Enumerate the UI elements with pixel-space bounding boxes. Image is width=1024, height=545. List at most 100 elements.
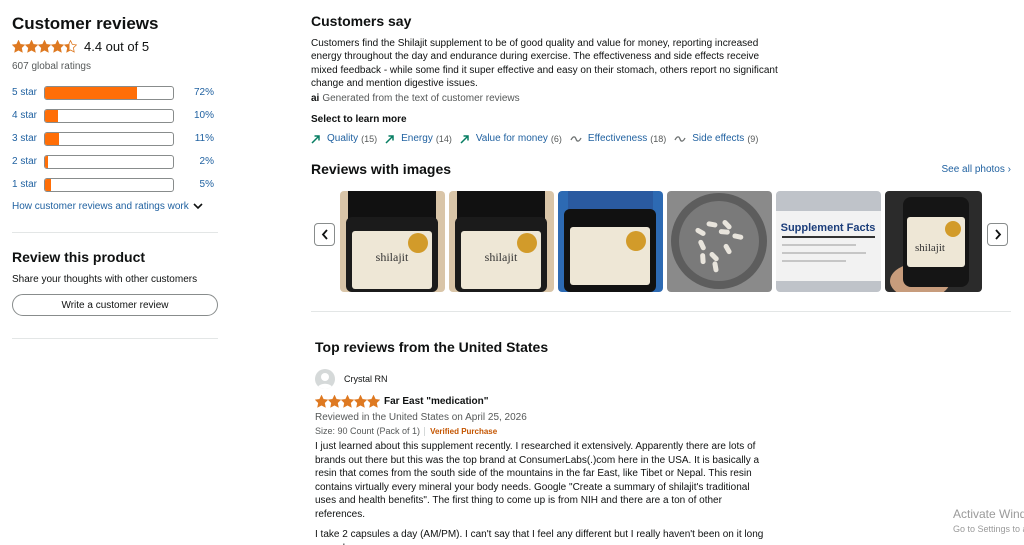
star-icon [25, 39, 38, 53]
aspect-chip[interactable]: Energy (14) [385, 133, 452, 144]
histogram-star-label: 2 star [12, 156, 38, 167]
thumbnail-image: Supplement Facts [776, 191, 881, 292]
see-all-photos-label: See all photos [941, 163, 1005, 175]
histogram-row[interactable]: 4 star 10% [12, 104, 218, 127]
review-title: Far East "medication" [384, 396, 489, 407]
review-size: Size: 90 Count (Pack of 1) [315, 426, 421, 436]
histogram-row[interactable]: 1 star 5% [12, 173, 218, 196]
chevron-left-icon [321, 229, 328, 240]
thumb-label: shilajit [915, 242, 945, 254]
histogram-bar-fill [45, 109, 58, 122]
aspect-count: (6) [550, 133, 562, 144]
review-date: Reviewed in the United States on April 2… [315, 412, 527, 423]
chevron-down-icon [193, 203, 203, 210]
divider [12, 338, 218, 339]
customers-say-section: Customers say Customers find the Shilaji… [311, 13, 1011, 144]
histogram-bar-fill [45, 86, 138, 99]
thumbnail-image [558, 191, 663, 292]
review-title-row[interactable]: Far East "medication" [315, 395, 775, 408]
star-icon [51, 39, 64, 53]
trend-up-icon [385, 134, 394, 144]
review-product-title: Review this product [12, 249, 146, 265]
reviews-with-images-title: Reviews with images [311, 161, 452, 177]
histogram-star-label: 3 star [12, 133, 38, 144]
reviewer-name: Crystal RN [344, 374, 388, 384]
ai-icon: ai [311, 93, 320, 105]
thumbnail-image [667, 191, 772, 292]
histogram-bar [44, 85, 174, 100]
select-to-learn-label: Select to learn more [311, 114, 407, 126]
carousel-next-button[interactable] [987, 223, 1008, 246]
review-image-thumbnail[interactable]: shilajit [885, 191, 982, 292]
chevron-right-icon: › [1007, 163, 1011, 175]
mixed-wave-icon [570, 135, 582, 142]
customers-say-title: Customers say [311, 13, 412, 29]
reviewer-profile[interactable]: Crystal RN [315, 369, 775, 389]
default-avatar-icon [317, 373, 333, 389]
rating-text: 4.4 out of 5 [84, 38, 150, 54]
aspect-chip[interactable]: Quality (15) [311, 133, 377, 144]
aspect-count: (18) [650, 133, 667, 144]
review-image-thumbnail[interactable]: Supplement Facts [776, 191, 881, 292]
star-icon [12, 39, 25, 53]
thumb-label: Supplement Facts [781, 222, 876, 234]
histogram-percent: 2% [199, 156, 214, 167]
watermark-line-1: Activate Windows [953, 507, 1024, 521]
aspect-count: (14) [435, 133, 452, 144]
histogram-row[interactable]: 5 star 72% [12, 81, 218, 104]
reviews-summary: Customer reviews 4.4 out of 5 607 global… [12, 14, 218, 212]
aspect-label: Quality [327, 133, 359, 145]
watermark-line-2: Go to Settings to activate Windows. [953, 524, 1024, 534]
histogram-bar-fill [45, 132, 60, 145]
reviews-with-images-header: Reviews with images See all photos › [311, 161, 1011, 177]
review-body: I just learned about this supplement rec… [315, 441, 760, 520]
see-all-photos-link[interactable]: See all photos › [941, 164, 1011, 175]
review-images-carousel: shilajit shilajit Supplement Facts shila… [314, 191, 1008, 292]
review-body-continued: I take 2 capsules a day (AM/PM). I can't… [315, 529, 764, 545]
histogram-percent: 10% [193, 110, 214, 121]
aspect-chip[interactable]: Side effects (9) [674, 133, 758, 144]
review-image-thumbnail[interactable]: shilajit [340, 191, 445, 292]
review-image-thumbnail[interactable] [667, 191, 772, 292]
review-product-subtitle: Share your thoughts with other customers [12, 274, 198, 285]
write-review-button[interactable]: Write a customer review [12, 294, 218, 316]
histogram-bar [44, 154, 174, 169]
histogram-percent: 11% [194, 133, 214, 144]
aspect-list: Quality (15) Energy (14) Value for money (6) E… [311, 133, 1011, 144]
star-icon [354, 395, 367, 408]
customers-say-summary: Customers find the Shilajit supplement t… [311, 38, 778, 89]
how-ratings-work-label: How customer reviews and ratings work [12, 201, 189, 212]
review-variant-info: Size: 90 Count (Pack of 1) Verified Purc… [315, 426, 775, 436]
review-stars [315, 395, 380, 408]
histogram-row[interactable]: 2 star 2% [12, 150, 218, 173]
ratings-histogram: 5 star 72% 4 star 10% 3 star 11% 2 star … [12, 81, 218, 196]
customer-reviews-title: Customer reviews [12, 14, 159, 33]
histogram-star-label: 5 star [12, 87, 38, 98]
review-card: Crystal RN Far East "medication" Reviewe… [315, 369, 775, 545]
average-rating[interactable]: 4.4 out of 5 [12, 37, 218, 55]
histogram-star-label: 4 star [12, 110, 38, 121]
aspect-label: Side effects [692, 133, 745, 145]
review-image-thumbnail[interactable] [558, 191, 663, 292]
review-image-thumbnail[interactable]: shilajit [449, 191, 554, 292]
aspect-count: (9) [747, 133, 759, 144]
ai-generated-text: Generated from the text of customer revi… [322, 93, 520, 105]
mixed-wave-icon [674, 135, 686, 142]
thumb-label: shilajit [485, 250, 518, 264]
ai-generated-note: ai Generated from the text of customer r… [311, 93, 1011, 104]
histogram-bar [44, 177, 174, 192]
avatar [315, 369, 335, 389]
chevron-right-icon [994, 229, 1001, 240]
top-reviews-title: Top reviews from the United States [315, 339, 549, 355]
thumb-label: shilajit [376, 250, 409, 264]
carousel-prev-button[interactable] [314, 223, 335, 246]
how-ratings-work-link[interactable]: How customer reviews and ratings work [12, 201, 218, 212]
aspect-chip[interactable]: Effectiveness (18) [570, 133, 666, 144]
histogram-row[interactable]: 3 star 11% [12, 127, 218, 150]
histogram-bar-fill [45, 155, 48, 168]
aspect-chip[interactable]: Value for money (6) [460, 133, 562, 144]
star-icon [64, 39, 77, 53]
histogram-star-label: 1 star [12, 179, 38, 190]
review-this-product: Review this product Share your thoughts … [12, 249, 218, 316]
histogram-bar-fill [45, 178, 52, 191]
